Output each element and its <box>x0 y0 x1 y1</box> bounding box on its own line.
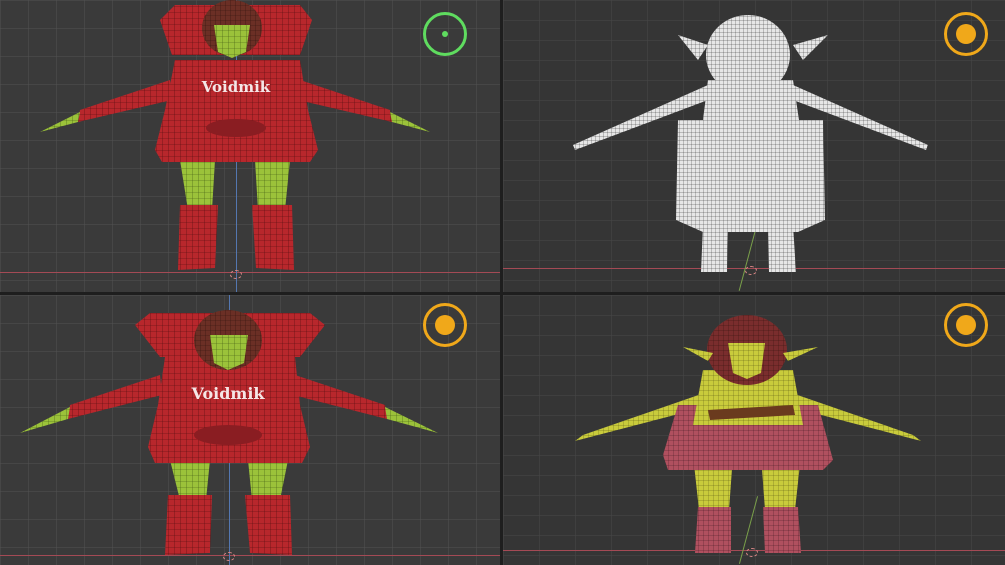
viewport-top-left[interactable]: Voidmik <box>0 0 500 292</box>
view-gizmo-icon[interactable] <box>944 303 988 347</box>
viewport-top-right[interactable] <box>503 0 1005 292</box>
hoodie-text: Voidmik <box>201 78 271 96</box>
viewport-bottom-right[interactable] <box>503 295 1005 565</box>
viewport-bottom-left[interactable]: Voidmik <box>0 295 500 565</box>
character-model-outfit[interactable] <box>503 295 1005 565</box>
viewport-divider-vertical[interactable] <box>500 0 503 565</box>
view-gizmo-icon[interactable] <box>423 12 467 56</box>
character-wireframe[interactable] <box>503 0 1005 292</box>
view-gizmo-icon[interactable] <box>944 12 988 56</box>
viewport-divider-horizontal[interactable] <box>0 292 1005 295</box>
view-gizmo-icon[interactable] <box>423 303 467 347</box>
hoodie-text: Voidmik <box>191 384 266 403</box>
